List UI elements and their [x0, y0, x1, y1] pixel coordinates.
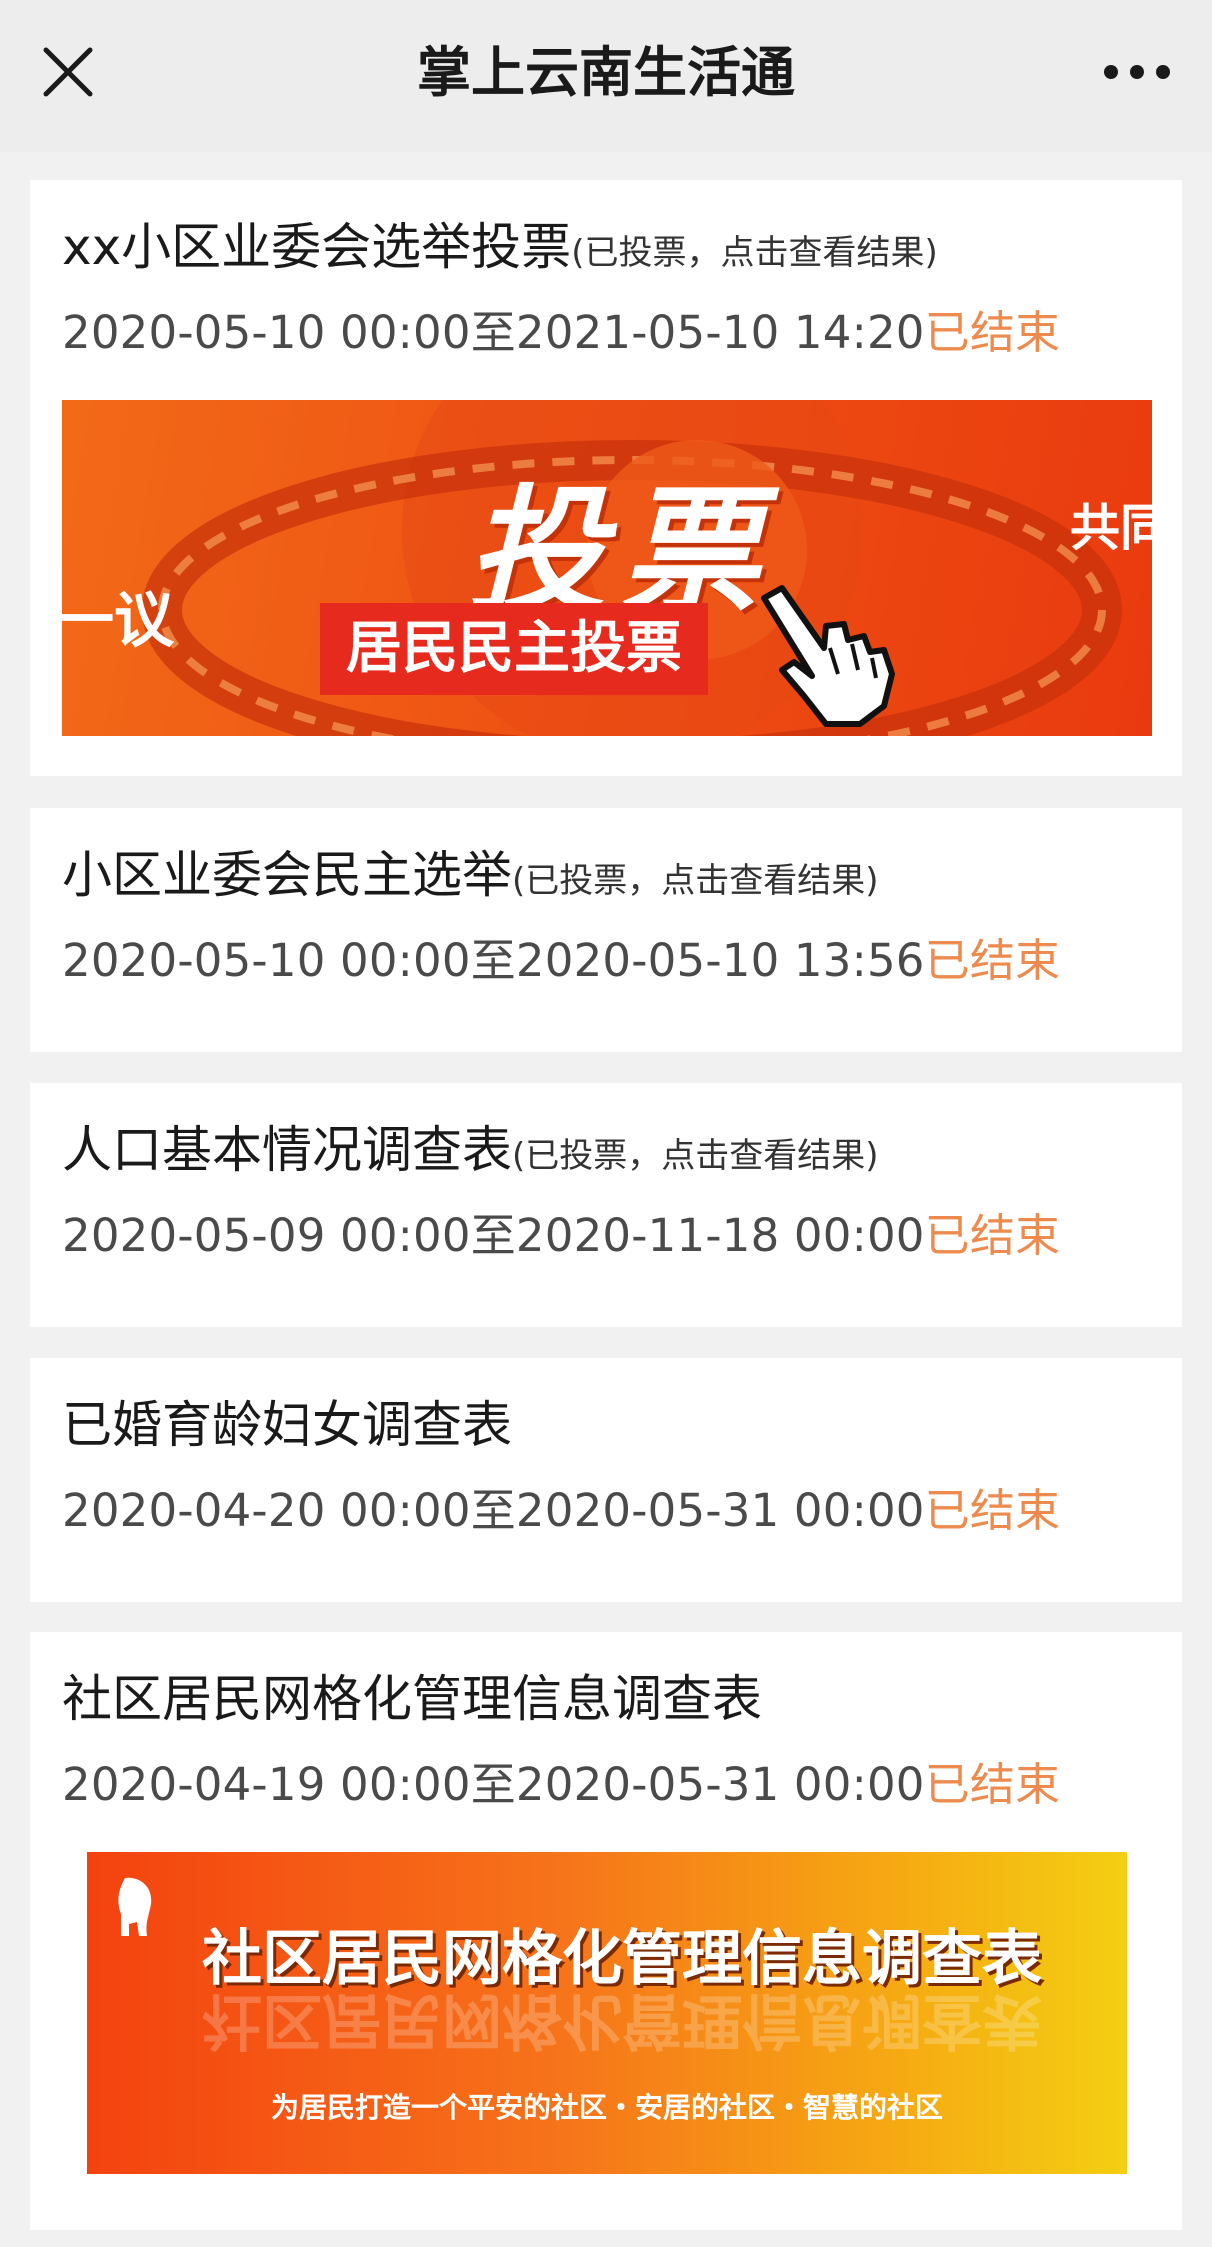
- banner-pill-label: 居民民主投票: [320, 603, 708, 695]
- card-title-text: 已婚育龄妇女调查表: [62, 1396, 512, 1454]
- banner-right-fragment: 共同: [1070, 499, 1152, 557]
- banner-title: 社区居民网格化管理信息调查表: [202, 1924, 1042, 1994]
- card-title-text: 社区居民网格化管理信息调查表: [62, 1670, 762, 1728]
- banner-subtitle: 为居民打造一个平安的社区・安居的社区・智慧的社区: [270, 2091, 943, 2124]
- pointing-hand-icon: [761, 585, 895, 727]
- card-date-range: 2020-05-10 00:00至2020-05-10 13:56已结束: [62, 938, 1060, 983]
- survey-card[interactable]: 社区居民网格化管理信息调查表 2020-04-19 00:00至2020-05-…: [30, 1632, 1182, 2230]
- status-badge: 已结束: [924, 1484, 1061, 1537]
- survey-card[interactable]: xx小区业委会选举投票(已投票，点击查看结果) 2020-05-10 00:00…: [30, 180, 1182, 776]
- survey-card[interactable]: 已婚育龄妇女调查表 2020-04-20 00:00至2020-05-31 00…: [30, 1358, 1182, 1602]
- more-dots-icon[interactable]: [1102, 50, 1172, 94]
- card-title: 已婚育龄妇女调查表: [62, 1400, 512, 1450]
- card-title: 小区业委会民主选举(已投票，点击查看结果): [62, 850, 879, 900]
- status-badge: 已结束: [924, 306, 1061, 359]
- page-title: 掌上云南生活通: [417, 41, 795, 104]
- card-dates-text: 2020-04-19 00:00至2020-05-31 00:00: [62, 1758, 925, 1811]
- status-badge: 已结束: [924, 1209, 1061, 1262]
- card-date-range: 2020-04-19 00:00至2020-05-31 00:00已结束: [62, 1762, 1060, 1807]
- card-date-range: 2020-05-10 00:00至2021-05-10 14:20已结束: [62, 310, 1060, 355]
- card-dates-text: 2020-05-10 00:00至2020-05-10 13:56: [62, 934, 925, 987]
- card-vote-note[interactable]: (已投票，点击查看结果): [512, 1136, 879, 1176]
- card-dates-text: 2020-05-10 00:00至2021-05-10 14:20: [62, 306, 925, 359]
- status-badge: 已结束: [924, 1758, 1061, 1811]
- survey-card[interactable]: 人口基本情况调查表(已投票，点击查看结果) 2020-05-09 00:00至2…: [30, 1083, 1182, 1327]
- card-dates-text: 2020-05-09 00:00至2020-11-18 00:00: [62, 1209, 925, 1262]
- vote-banner-image[interactable]: 一议 投票 居民民主投票 共同: [62, 400, 1152, 736]
- card-title: 社区居民网格化管理信息调查表: [62, 1674, 762, 1724]
- card-vote-note[interactable]: (已投票，点击查看结果): [571, 233, 938, 273]
- card-title-text: 人口基本情况调查表: [62, 1121, 512, 1179]
- card-date-range: 2020-04-20 00:00至2020-05-31 00:00已结束: [62, 1488, 1060, 1533]
- banner-left-fragment: 一议: [62, 586, 174, 656]
- card-title: 人口基本情况调查表(已投票，点击查看结果): [62, 1125, 879, 1175]
- card-vote-note[interactable]: (已投票，点击查看结果): [512, 861, 879, 901]
- card-title: xx小区业委会选举投票(已投票，点击查看结果): [62, 222, 938, 272]
- card-dates-text: 2020-04-20 00:00至2020-05-31 00:00: [62, 1484, 925, 1537]
- card-title-text: xx小区业委会选举投票: [62, 218, 572, 276]
- card-title-text: 小区业委会民主选举: [62, 846, 512, 904]
- top-nav-bar: 掌上云南生活通: [0, 0, 1212, 152]
- grid-survey-banner-image[interactable]: 社区居民网格化管理信息调查表 社区居民网格化管理信息调查表 为居民打造一个平安的…: [87, 1852, 1127, 2174]
- status-badge: 已结束: [924, 934, 1061, 987]
- card-date-range: 2020-05-09 00:00至2020-11-18 00:00已结束: [62, 1213, 1060, 1258]
- survey-card[interactable]: 小区业委会民主选举(已投票，点击查看结果) 2020-05-10 00:00至2…: [30, 808, 1182, 1052]
